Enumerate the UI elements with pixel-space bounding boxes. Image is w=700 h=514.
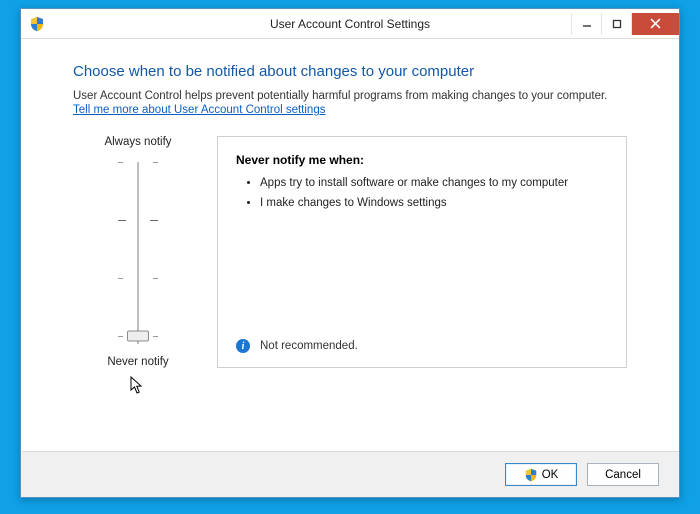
cancel-button-label: Cancel bbox=[605, 469, 641, 481]
panel-note: i Not recommended. bbox=[236, 339, 608, 353]
close-button[interactable] bbox=[631, 13, 679, 35]
minimize-button[interactable] bbox=[571, 13, 601, 35]
window-buttons bbox=[571, 13, 679, 35]
slider-track[interactable] bbox=[118, 158, 158, 348]
notification-slider: Always notify Never notify bbox=[73, 136, 203, 368]
uac-shield-icon bbox=[29, 16, 45, 32]
panel-bullet: Apps try to install software or make cha… bbox=[260, 177, 608, 189]
uac-settings-window: User Account Control Settings Choose whe… bbox=[20, 8, 680, 498]
dialog-footer: OK Cancel bbox=[21, 451, 679, 497]
slider-label-always: Always notify bbox=[104, 136, 171, 148]
panel-note-text: Not recommended. bbox=[260, 340, 358, 352]
maximize-button[interactable] bbox=[601, 13, 631, 35]
ok-button-label: OK bbox=[542, 469, 559, 481]
panel-bullet: I make changes to Windows settings bbox=[260, 197, 608, 209]
info-icon: i bbox=[236, 339, 250, 353]
slider-thumb[interactable] bbox=[127, 331, 149, 342]
panel-bullet-list: Apps try to install software or make cha… bbox=[236, 177, 608, 217]
titlebar: User Account Control Settings bbox=[21, 9, 679, 39]
page-heading: Choose when to be notified about changes… bbox=[73, 63, 627, 80]
panel-title: Never notify me when: bbox=[236, 153, 608, 167]
help-link[interactable]: Tell me more about User Account Control … bbox=[73, 104, 325, 116]
uac-shield-icon bbox=[524, 468, 538, 482]
slider-label-never: Never notify bbox=[107, 356, 168, 368]
content-area: Choose when to be notified about changes… bbox=[21, 39, 679, 451]
cancel-button[interactable]: Cancel bbox=[587, 463, 659, 486]
info-panel: Never notify me when: Apps try to instal… bbox=[217, 136, 627, 368]
ok-button[interactable]: OK bbox=[505, 463, 577, 486]
page-subtext: User Account Control helps prevent poten… bbox=[73, 90, 627, 102]
